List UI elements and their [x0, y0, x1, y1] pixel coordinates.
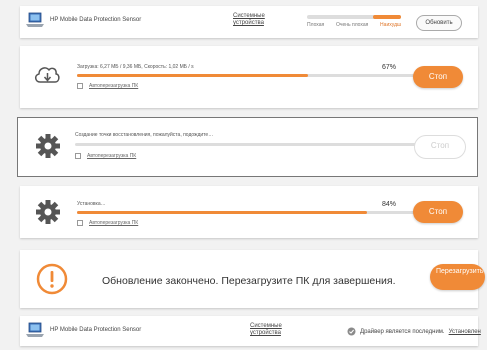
restart-label: Перезагрузить	[436, 268, 484, 275]
checkbox-box[interactable]	[75, 153, 81, 159]
gear-icon	[36, 134, 60, 158]
task-status: Создание точки восстановления, пожалуйст…	[75, 132, 214, 138]
task-percent: 67%	[382, 64, 397, 71]
progress-fill	[77, 74, 309, 77]
rating-label-very-poor[interactable]: Очень плохая	[336, 22, 368, 28]
laptop-icon	[26, 12, 44, 27]
stop-button[interactable]: Стоп	[413, 66, 463, 88]
system-devices-link[interactable]: Системные устройства	[233, 13, 273, 27]
progress-track	[77, 211, 422, 214]
rating-fill	[372, 15, 401, 19]
app-title: HP Mobile Data Protection Sensor	[50, 17, 142, 23]
auto-restart-checkbox[interactable]: Автоперезагрузка ПК	[77, 83, 138, 89]
task-percent: 84%	[382, 201, 397, 208]
laptop-icon	[26, 322, 44, 337]
warning-icon	[36, 263, 68, 295]
completion-message: Обновление закончено. Перезагрузите ПК д…	[102, 275, 396, 287]
header-bar: HP Mobile Data Protection Sensor Системн…	[20, 6, 478, 38]
auto-restart-checkbox[interactable]: Автоперезагрузка ПК	[77, 220, 138, 226]
system-devices-link[interactable]: Системные устройства	[250, 323, 290, 337]
checkbox-label: Автоперезагрузка ПК	[89, 220, 139, 226]
stop-button-disabled[interactable]: Стоп	[414, 135, 466, 159]
checkmark-circle-icon	[347, 327, 356, 336]
update-complete-panel: Обновление закончено. Перезагрузите ПК д…	[20, 250, 485, 308]
task-status: Установка…	[77, 201, 106, 207]
gear-icon	[36, 200, 60, 224]
rating-control[interactable]: Плохая Очень плохая Наихудш	[307, 15, 401, 28]
restart-button[interactable]: Перезагрузить	[430, 264, 485, 290]
rating-label-poor[interactable]: Плохая	[307, 22, 324, 28]
checkbox-label: Автоперезагрузка ПК	[89, 83, 139, 89]
checkbox-box[interactable]	[77, 83, 83, 89]
stop-button[interactable]: Стоп	[413, 201, 463, 223]
task-install: Установка… 84% Автоперезагрузка ПК Стоп	[20, 186, 478, 238]
auto-restart-checkbox[interactable]: Автоперезагрузка ПК	[75, 153, 136, 159]
rating-bar[interactable]	[307, 15, 401, 19]
rating-label-worst[interactable]: Наихудш	[380, 22, 401, 28]
driver-status: Драйвер является последним. Установлен	[347, 327, 481, 336]
task-restore-point: Создание точки восстановления, пожалуйст…	[17, 117, 478, 177]
checkbox-box[interactable]	[77, 220, 83, 226]
app-title: HP Mobile Data Protection Sensor	[50, 327, 142, 333]
installed-link[interactable]: Установлен	[449, 329, 481, 335]
progress-fill	[77, 211, 367, 214]
refresh-button[interactable]: Обновить	[416, 15, 462, 31]
task-status: Загрузка: 6,27 МБ / 9,36 МБ, Скорость: 1…	[77, 64, 194, 70]
footer-bar: HP Mobile Data Protection Sensor Системн…	[20, 316, 481, 346]
checkbox-label: Автоперезагрузка ПК	[87, 153, 137, 159]
progress-track	[77, 74, 422, 77]
progress-track	[75, 143, 417, 146]
cloud-download-icon	[35, 67, 60, 83]
driver-status-text: Драйвер является последним.	[360, 328, 445, 335]
task-download: Загрузка: 6,27 МБ / 9,36 МБ, Скорость: 1…	[20, 46, 478, 108]
